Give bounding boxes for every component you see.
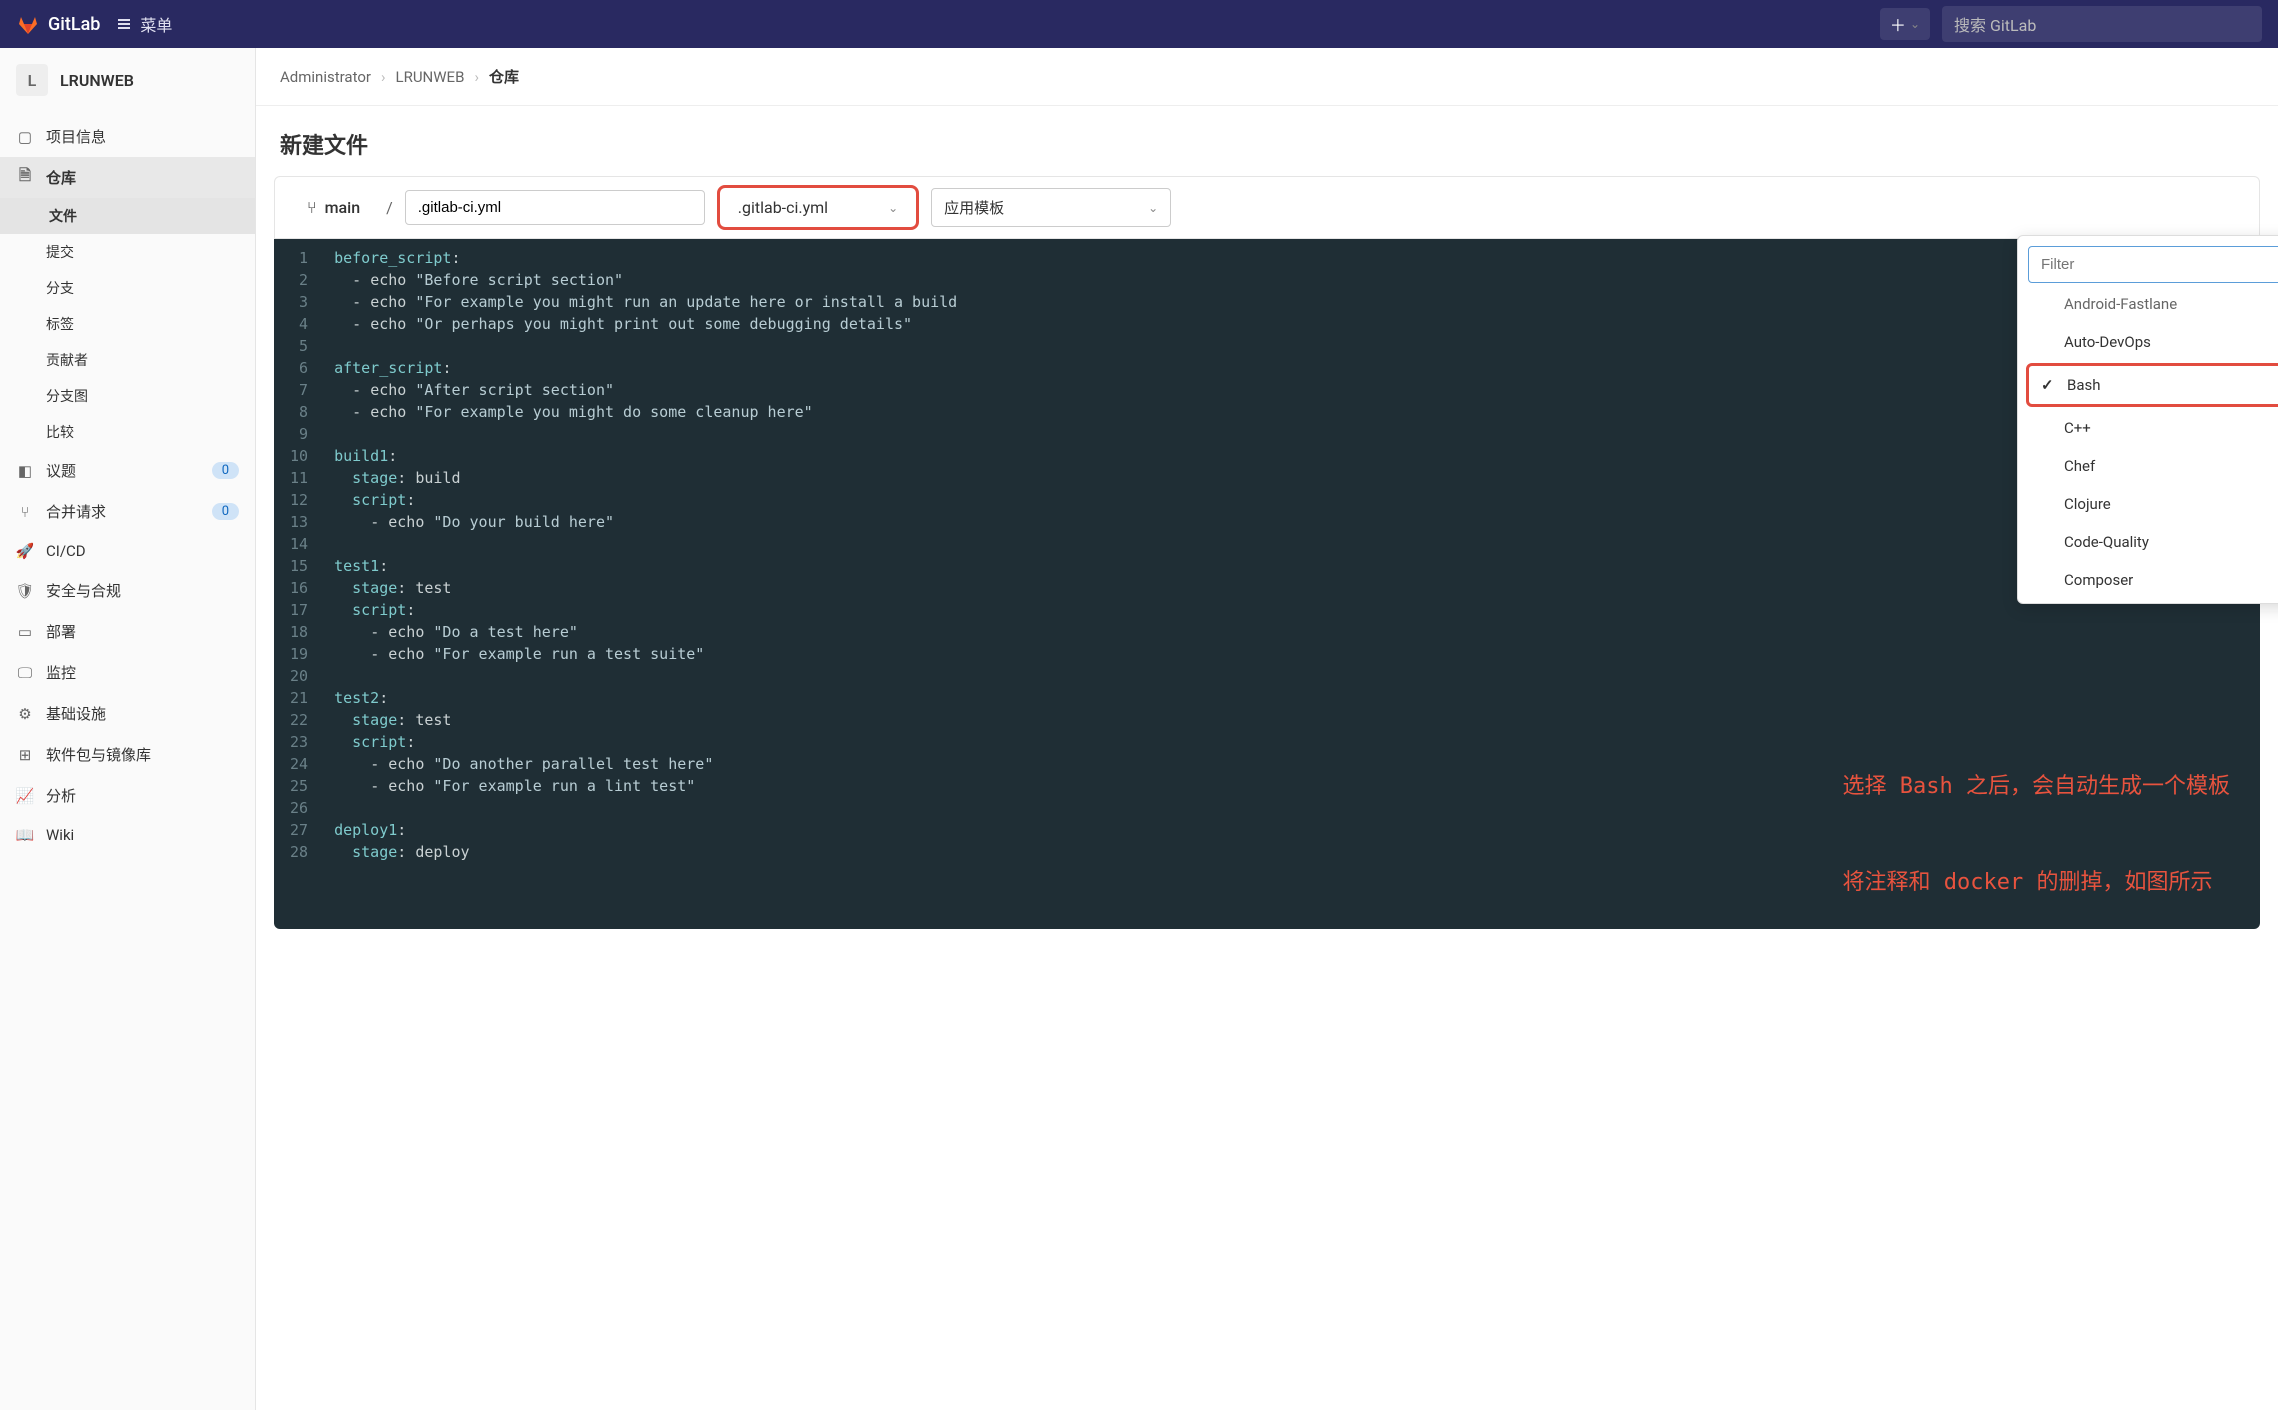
package-icon: ⊞	[16, 746, 34, 764]
sidebar-item-label: 仓库	[46, 167, 76, 188]
branch-selector[interactable]: ⑂ main	[293, 190, 374, 225]
branch-icon: ⑂	[307, 198, 317, 217]
sidebar-item-repository[interactable]: 🗎 仓库	[0, 157, 255, 198]
template-type-select[interactable]: .gitlab-ci.yml ⌄	[717, 185, 919, 230]
filter-input[interactable]	[2041, 256, 2278, 273]
brand-text: GitLab	[48, 14, 100, 35]
sidebar-item-label: 合并请求	[46, 501, 106, 522]
sidebar-item-issues[interactable]: ◧ 议题 0	[0, 450, 255, 491]
sidebar-item-merge-requests[interactable]: ⑂ 合并请求 0	[0, 491, 255, 532]
page-title: 新建文件	[256, 106, 2278, 176]
monitor-icon: 🖵	[16, 664, 34, 682]
analytics-icon: 📈	[16, 787, 34, 805]
dropdown-item[interactable]: Code-Quality	[2018, 523, 2278, 561]
sidebar-item-security[interactable]: 🛡 安全与合规	[0, 570, 255, 611]
shield-icon: 🛡	[16, 582, 34, 600]
top-navbar: GitLab 菜单 ＋ ⌄ 搜索 GitLab	[0, 0, 2278, 48]
breadcrumb: Administrator › LRUNWEB › 仓库	[256, 48, 2278, 106]
chevron-down-icon: ⌄	[1148, 201, 1158, 215]
sidebar-item-packages[interactable]: ⊞ 软件包与镜像库	[0, 734, 255, 775]
sidebar-item-label: Wiki	[46, 826, 74, 844]
sidebar-item-label: 分析	[46, 785, 76, 806]
info-icon: ▢	[16, 128, 34, 146]
gitlab-icon	[16, 12, 40, 36]
sidebar-item-label: 安全与合规	[46, 580, 121, 601]
sidebar-item-project-info[interactable]: ▢ 项目信息	[0, 116, 255, 157]
sidebar-item-label: 部署	[46, 621, 76, 642]
chevron-down-icon: ⌄	[888, 201, 898, 215]
branch-name: main	[325, 198, 361, 217]
project-header[interactable]: L LRUNWEB	[0, 48, 255, 112]
sidebar-item-monitor[interactable]: 🖵 监控	[0, 652, 255, 693]
dropdown-item[interactable]: Clojure	[2018, 485, 2278, 523]
sidebar-item-label: 监控	[46, 662, 76, 683]
breadcrumb-current: 仓库	[489, 66, 519, 87]
infra-icon: ⚙	[16, 705, 34, 723]
dropdown-item-selected[interactable]: Bash	[2026, 363, 2278, 407]
sidebar-item-label: 软件包与镜像库	[46, 744, 151, 765]
hamburger-icon	[116, 16, 132, 32]
mr-count: 0	[212, 503, 239, 520]
dropdown-list[interactable]: Android-Fastlane Auto-DevOps Bash C++ Ch…	[2018, 293, 2278, 603]
issues-count: 0	[212, 462, 239, 479]
search-placeholder: 搜索 GitLab	[1954, 16, 2036, 35]
sidebar-sub-graph[interactable]: 分支图	[0, 378, 255, 414]
breadcrumb-admin[interactable]: Administrator	[280, 68, 371, 86]
dropdown-filter[interactable]: 🔍	[2028, 246, 2278, 283]
sidebar-sub-branches[interactable]: 分支	[0, 270, 255, 306]
sidebar-item-wiki[interactable]: 📖 Wiki	[0, 816, 255, 854]
menu-button[interactable]: 菜单	[116, 12, 172, 36]
breadcrumb-project[interactable]: LRUNWEB	[396, 68, 465, 86]
project-name: LRUNWEB	[60, 71, 134, 90]
chevron-down-icon: ⌄	[1910, 17, 1920, 31]
sidebar-item-deploy[interactable]: ▭ 部署	[0, 611, 255, 652]
issues-icon: ◧	[16, 462, 34, 480]
annotation-text: 选择 Bash 之后，会自动生成一个模板 将注释和 docker 的删掉，如图所…	[1843, 707, 2230, 963]
sidebar-item-label: 基础设施	[46, 703, 106, 724]
path-separator: /	[386, 198, 393, 217]
apply-template-select[interactable]: 应用模板 ⌄	[931, 188, 1171, 227]
dropdown-item[interactable]: Chef	[2018, 447, 2278, 485]
template-type-label: .gitlab-ci.yml	[738, 198, 828, 217]
gitlab-logo[interactable]: GitLab	[16, 12, 100, 36]
sidebar: L LRUNWEB ▢ 项目信息 🗎 仓库 文件 提交 分支 标签 贡献者 分支…	[0, 48, 256, 1410]
line-gutter: 1234567891011121314151617181920212223242…	[274, 247, 324, 929]
wiki-icon: 📖	[16, 826, 34, 844]
sidebar-item-cicd[interactable]: 🚀 CI/CD	[0, 532, 255, 570]
breadcrumb-sep: ›	[474, 68, 479, 86]
annotation-line2: 将注释和 docker 的删掉，如图所示	[1843, 867, 2230, 899]
sidebar-item-label: 项目信息	[46, 126, 106, 147]
code-body[interactable]: before_script: - echo "Before script sec…	[324, 247, 2260, 929]
cicd-icon: 🚀	[16, 542, 34, 560]
dropdown-item[interactable]: C++	[2018, 409, 2278, 447]
main-content: Administrator › LRUNWEB › 仓库 新建文件 ⑂ main…	[256, 48, 2278, 1410]
file-toolbar: ⑂ main / .gitlab-ci.yml ⌄ 应用模板 ⌄ 🔍 And	[274, 176, 2260, 239]
dropdown-item[interactable]: Composer	[2018, 561, 2278, 599]
template-dropdown: 🔍 Android-Fastlane Auto-DevOps Bash C++ …	[2017, 235, 2278, 604]
deploy-icon: ▭	[16, 623, 34, 641]
sidebar-item-label: 议题	[46, 460, 76, 481]
apply-template-label: 应用模板	[944, 197, 1004, 218]
plus-icon: ＋	[1890, 12, 1906, 36]
sidebar-item-analytics[interactable]: 📈 分析	[0, 775, 255, 816]
sidebar-item-label: CI/CD	[46, 542, 86, 560]
sidebar-item-infrastructure[interactable]: ⚙ 基础设施	[0, 693, 255, 734]
sidebar-sub-tags[interactable]: 标签	[0, 306, 255, 342]
create-new-button[interactable]: ＋ ⌄	[1880, 8, 1930, 40]
sidebar-sub-compare[interactable]: 比较	[0, 414, 255, 450]
filename-input[interactable]	[405, 190, 705, 225]
menu-label: 菜单	[140, 12, 172, 36]
global-search[interactable]: 搜索 GitLab	[1942, 6, 2262, 42]
merge-icon: ⑂	[16, 503, 34, 521]
dropdown-item[interactable]: Android-Fastlane	[2018, 293, 2278, 323]
sidebar-sub-files[interactable]: 文件	[0, 198, 255, 234]
dropdown-item[interactable]: Auto-DevOps	[2018, 323, 2278, 361]
annotation-line1: 选择 Bash 之后，会自动生成一个模板	[1843, 771, 2230, 803]
sidebar-sub-contributors[interactable]: 贡献者	[0, 342, 255, 378]
repo-icon: 🗎	[16, 169, 34, 187]
code-editor[interactable]: 1234567891011121314151617181920212223242…	[274, 239, 2260, 929]
sidebar-sub-commits[interactable]: 提交	[0, 234, 255, 270]
breadcrumb-sep: ›	[381, 68, 386, 86]
project-avatar: L	[16, 64, 48, 96]
